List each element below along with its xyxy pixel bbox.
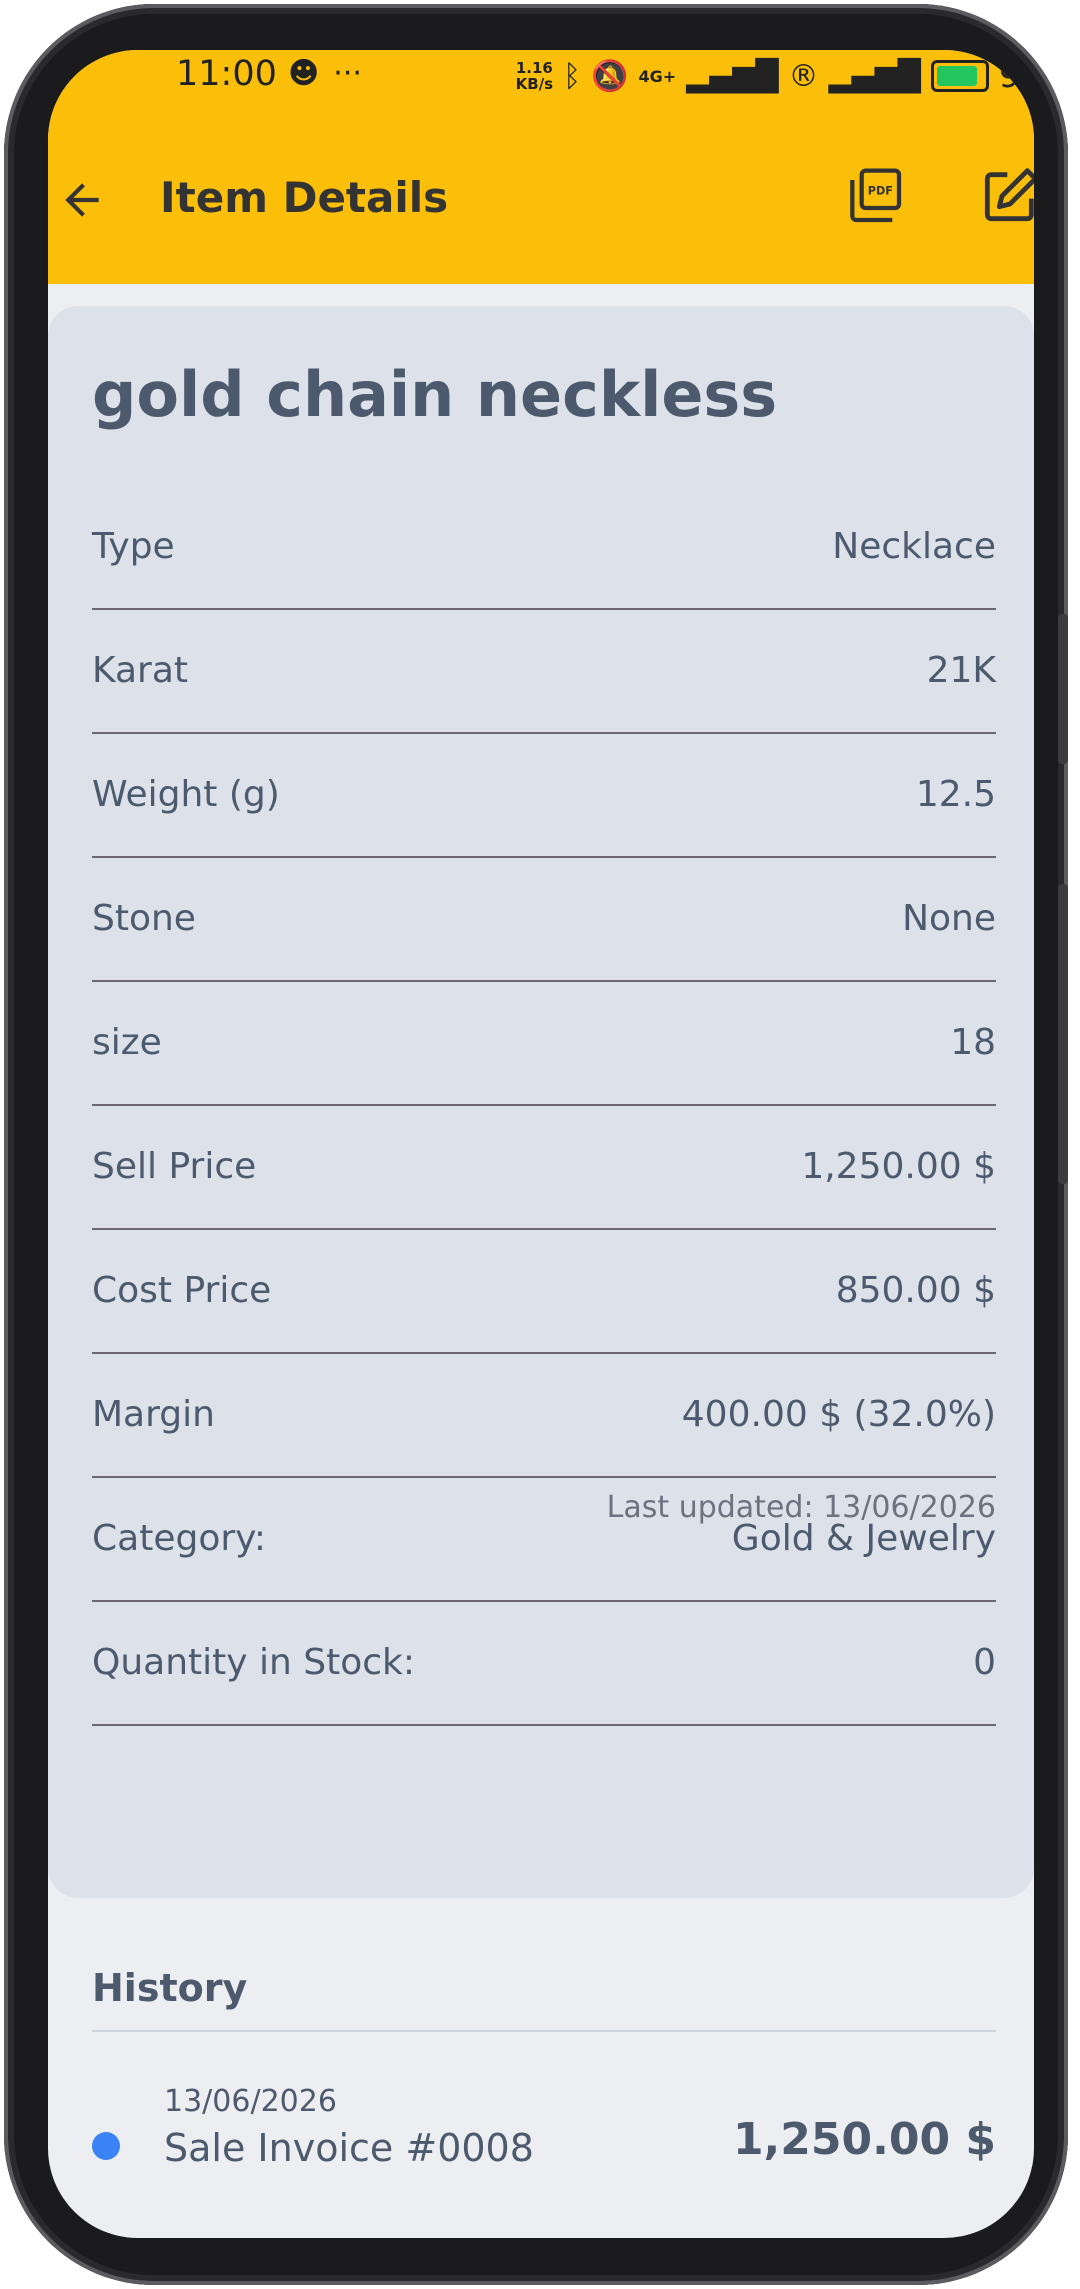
signal-icon-2: ▂▄▆█ <box>828 58 921 94</box>
detail-row-stone: Stone None <box>92 858 996 982</box>
history-divider <box>92 2030 996 2032</box>
detail-row-karat: Karat 21K <box>92 610 996 734</box>
detail-value: 850.00 $ <box>835 1269 996 1311</box>
history-label: Sale Invoice #0008 <box>164 2126 534 2170</box>
detail-row-weight: Weight (g) 12.5 <box>92 734 996 858</box>
detail-value: 400.00 $ (32.0%) <box>681 1393 996 1435</box>
page-title: Item Details <box>160 173 449 222</box>
battery-level: 95 <box>998 56 1034 96</box>
detail-label: Margin <box>92 1393 215 1435</box>
detail-row-size: size 18 <box>92 982 996 1106</box>
history-amount: 1,250.00 $ <box>732 2114 996 2165</box>
detail-label: Stone <box>92 897 196 939</box>
back-button[interactable] <box>52 170 112 230</box>
detail-row-sell-price: Sell Price 1,250.00 $ <box>92 1106 996 1230</box>
power-button <box>1058 884 1068 1184</box>
detail-label: Karat <box>92 649 189 691</box>
detail-row-quantity: Quantity in Stock: 0 <box>92 1602 996 1726</box>
detail-label: Weight (g) <box>92 773 280 815</box>
net-speed-value: 1.16 <box>515 59 553 77</box>
volume-button <box>1058 614 1068 764</box>
status-bar: 11:00 ☻ ··· 1.16 KB/s ᛒ 🔕 4G+ ▂▄▆█ ® ▂▄▆… <box>48 50 1034 140</box>
detail-value: 18 <box>950 1021 996 1063</box>
app-bar: 11:00 ☻ ··· 1.16 KB/s ᛒ 🔕 4G+ ▂▄▆█ ® ▂▄▆… <box>48 50 1034 284</box>
status-left-icons: ☻ ··· <box>288 56 362 91</box>
detail-value: 21K <box>926 649 996 691</box>
detail-label: Type <box>92 525 175 567</box>
last-updated: Last updated: 13/06/2026 <box>606 1490 996 1525</box>
registered-icon: ® <box>788 58 819 94</box>
battery-icon <box>930 60 989 92</box>
detail-label: Quantity in Stock: <box>92 1641 416 1683</box>
pdf-button[interactable]: PDF <box>843 164 907 228</box>
history-title: History <box>92 1966 248 2010</box>
detail-label: size <box>92 1021 162 1063</box>
bluetooth-icon: ᛒ <box>563 58 582 94</box>
detail-row-type: Type Necklace <box>92 486 996 610</box>
signal-icon: ▂▄▆█ <box>686 58 779 94</box>
detail-value: None <box>902 897 996 939</box>
mute-icon: 🔕 <box>591 58 629 94</box>
screen: 11:00 ☻ ··· 1.16 KB/s ᛒ 🔕 4G+ ▂▄▆█ ® ▂▄▆… <box>48 50 1034 2238</box>
status-time: 11:00 <box>176 54 277 94</box>
detail-row-margin: Margin 400.00 $ (32.0%) <box>92 1354 996 1478</box>
detail-row-cost-price: Cost Price 850.00 $ <box>92 1230 996 1354</box>
history-status-dot <box>92 2132 120 2160</box>
detail-label: Cost Price <box>92 1269 272 1311</box>
edit-button[interactable] <box>978 164 1034 228</box>
face-icon: ☻ <box>288 56 320 91</box>
history-date: 13/06/2026 <box>164 2084 337 2119</box>
item-name: gold chain neckless <box>92 358 778 431</box>
network-type: 4G+ <box>638 66 677 86</box>
phone-frame: 11:00 ☻ ··· 1.16 KB/s ᛒ 🔕 4G+ ▂▄▆█ ® ▂▄▆… <box>4 4 1068 2285</box>
svg-text:PDF: PDF <box>868 185 893 198</box>
edit-icon <box>984 168 1034 222</box>
pdf-icon: PDF <box>850 168 902 223</box>
detail-value: 12.5 <box>915 773 996 815</box>
arrow-left-icon <box>65 183 99 217</box>
detail-label: Sell Price <box>92 1145 257 1187</box>
detail-label: Category: <box>92 1517 266 1559</box>
net-speed-unit: KB/s <box>515 75 554 93</box>
detail-value: 0 <box>973 1641 996 1683</box>
item-details-card: gold chain neckless Type Necklace Karat … <box>48 306 1034 1898</box>
more-dots-icon: ··· <box>333 56 362 91</box>
status-right-icons: 1.16 KB/s ᛒ 🔕 4G+ ▂▄▆█ ® ▂▄▆█ 95 <box>516 56 1034 96</box>
details-list: Type Necklace Karat 21K Weight (g) 12.5 … <box>92 486 996 1726</box>
detail-value: Necklace <box>832 525 996 567</box>
net-speed: 1.16 KB/s <box>516 60 553 92</box>
detail-value: 1,250.00 $ <box>801 1145 996 1187</box>
